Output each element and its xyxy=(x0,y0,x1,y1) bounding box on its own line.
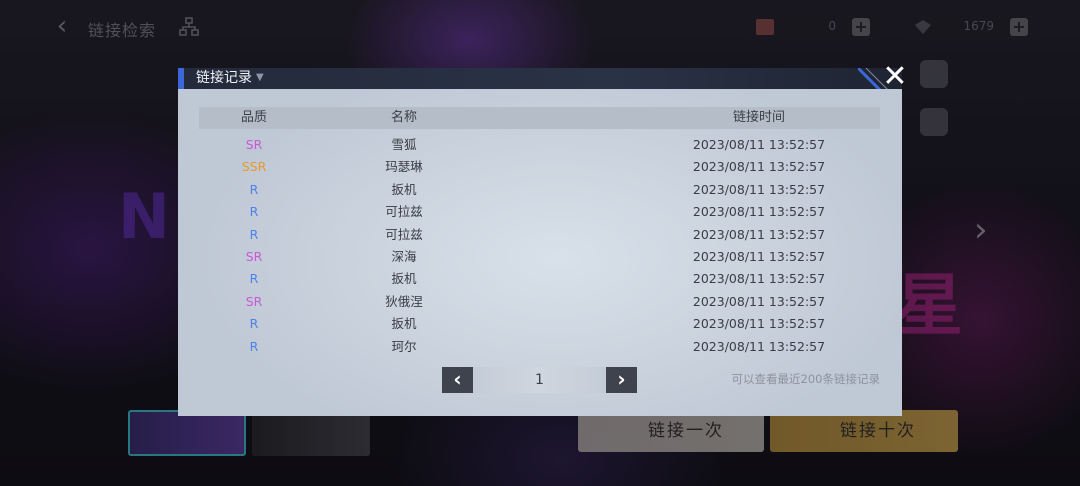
table-row: R 珂尔 2023/08/11 13:52:57 xyxy=(199,336,880,358)
quality-cell: R xyxy=(249,181,259,197)
time-cell: 2023/08/11 13:52:57 xyxy=(692,137,826,152)
name-cell: 可拉兹 xyxy=(385,226,423,242)
modal-header: 链接记录 ▼ xyxy=(178,68,902,112)
time-cell: 2023/08/11 13:52:57 xyxy=(692,159,826,175)
table-row: R 可拉兹 2023/08/11 13:52:57 xyxy=(199,201,880,223)
time-cell: 2023/08/11 13:52:57 xyxy=(692,226,826,242)
quality-cell: SR xyxy=(245,137,263,152)
name-cell: 玛瑟琳 xyxy=(385,159,423,175)
time-cell: 2023/08/11 13:52:57 xyxy=(692,271,826,287)
quality-cell: R xyxy=(249,226,259,242)
table-row: R 可拉兹 2023/08/11 13:52:57 xyxy=(199,224,880,246)
table-row: SR 深海 2023/08/11 13:52:57 xyxy=(199,246,880,268)
time-cell: 2023/08/11 13:52:57 xyxy=(692,293,826,309)
next-page-button[interactable]: › xyxy=(606,367,637,393)
header-accent xyxy=(178,68,184,89)
chevron-right-icon: › xyxy=(617,367,626,391)
record-limit-note: 可以查看最近200条链接记录 xyxy=(731,372,880,386)
name-cell: 雪狐 xyxy=(391,137,417,152)
close-icon[interactable]: ✕ xyxy=(878,62,912,92)
time-cell: 2023/08/11 13:52:57 xyxy=(692,248,826,264)
time-cell: 2023/08/11 13:52:57 xyxy=(692,316,826,332)
prev-page-button[interactable]: ‹ xyxy=(442,367,473,393)
time-cell: 2023/08/11 13:52:57 xyxy=(692,181,826,197)
time-cell: 2023/08/11 13:52:57 xyxy=(692,204,826,220)
modal-body: 品质 名称 链接时间 SR 雪狐 2023/08/11 13:52:57 SSR… xyxy=(178,89,902,416)
name-cell: 扳机 xyxy=(391,271,417,287)
name-cell: 扳机 xyxy=(391,181,417,197)
time-cell: 2023/08/11 13:52:57 xyxy=(692,338,826,354)
table-row: R 扳机 2023/08/11 13:52:57 xyxy=(199,313,880,335)
name-cell: 可拉兹 xyxy=(385,204,423,220)
quality-cell: R xyxy=(249,204,259,220)
table-row: R 扳机 2023/08/11 13:52:57 xyxy=(199,179,880,201)
caret-down-icon: ▼ xyxy=(256,72,264,83)
table-header: 品质 名称 链接时间 xyxy=(199,107,880,129)
quality-cell: R xyxy=(249,338,259,354)
page-number: 1 xyxy=(473,367,606,393)
link-record-modal: 链接记录 ▼ 品质 名称 链接时间 SR 雪狐 2023/08/11 13:52… xyxy=(178,68,902,416)
modal-title: 链接记录 xyxy=(196,70,252,86)
quality-cell: R xyxy=(249,271,259,287)
quality-cell: SR xyxy=(245,248,263,264)
table-row: SR 雪狐 2023/08/11 13:52:57 xyxy=(199,134,880,156)
table-row: SR 狄俄涅 2023/08/11 13:52:57 xyxy=(199,291,880,313)
table-row: R 扳机 2023/08/11 13:52:57 xyxy=(199,268,880,290)
column-header-name: 名称 xyxy=(390,110,417,125)
quality-cell: SSR xyxy=(241,159,267,175)
name-cell: 狄俄涅 xyxy=(385,293,423,309)
record-list: SR 雪狐 2023/08/11 13:52:57 SSR 玛瑟琳 2023/0… xyxy=(199,134,880,358)
name-cell: 深海 xyxy=(391,248,417,264)
name-cell: 珂尔 xyxy=(391,338,417,354)
quality-cell: SR xyxy=(245,293,263,309)
chevron-left-icon: ‹ xyxy=(453,367,462,391)
name-cell: 扳机 xyxy=(391,316,417,332)
pagination: ‹ 1 › xyxy=(442,367,638,393)
quality-cell: R xyxy=(249,316,259,332)
table-row: SSR 玛瑟琳 2023/08/11 13:52:57 xyxy=(199,156,880,178)
column-header-time: 链接时间 xyxy=(732,110,785,125)
column-header-quality: 品质 xyxy=(240,110,267,125)
